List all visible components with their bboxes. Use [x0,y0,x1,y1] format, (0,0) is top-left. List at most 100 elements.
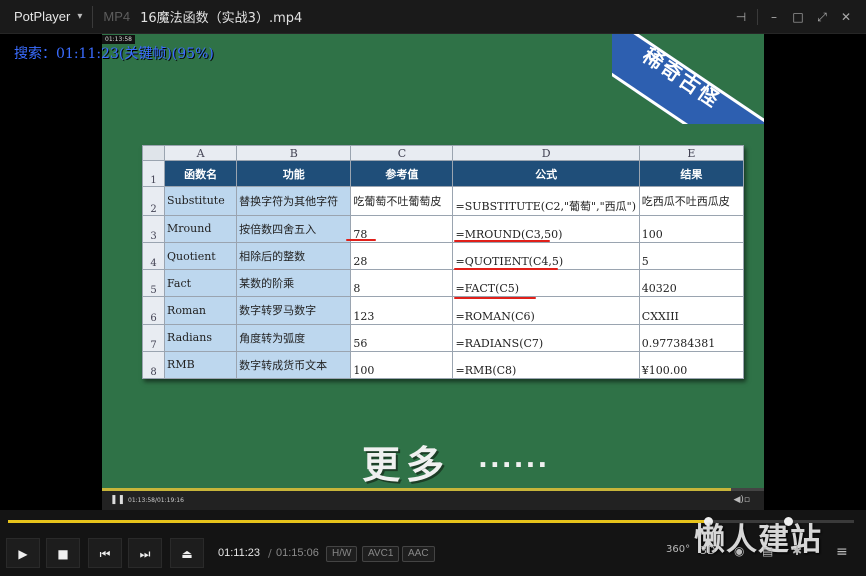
capture-icon[interactable]: ◉ [734,544,744,558]
window-controls: ⊣ – □ ⤢ ✕ [729,0,858,34]
spreadsheet-table: ABCDE 1 函数名 功能 参考值 公式 结果 2 Substitute 替换字符为其他字… [141,145,745,380]
column-letters-row: ABCDE [141,145,745,161]
header-cell: 结果 [638,160,745,187]
settings-icon[interactable]: ✱ [792,544,802,558]
header-cell: 函数名 [164,160,238,187]
video-codec-badge[interactable]: AVC1 [362,546,400,562]
previous-button[interactable]: ⏮ [88,538,122,568]
control-bar: 懒人建站 ▶ ■ ⏮ ⏭ ⏏ 01:11:23 / 01:15:06 H/W A… [0,510,866,576]
360-icon[interactable]: 360° [666,544,690,555]
row-number: 6 [141,296,166,325]
cell-formula: =RMB(C8) [452,350,640,380]
row-number: 4 [141,241,166,271]
total-time: 01:15:06 [276,547,319,559]
corner-cell [141,145,166,161]
current-time: 01:11:23 [218,547,261,559]
stop-button[interactable]: ■ [46,538,80,568]
cell-result: 吃西瓜不吐西瓜皮 [638,186,745,216]
minimize-button[interactable]: – [762,10,786,24]
table-row: 4 Quotient 相除后的整数 28 =QUOTIENT(C4,5) 5 [141,241,745,271]
playlist-icon[interactable]: ▤ [762,544,773,558]
table-row: 6 Roman 数字转罗马数字 123 =ROMAN(C6) CXXIII [141,296,745,325]
cell-func: 数字转成货币文本 [236,350,352,380]
hw-badge[interactable]: H/W [326,546,358,562]
column-letter: D [452,145,640,161]
annotation-underline [454,240,550,242]
row-number: 2 [141,186,166,216]
embedded-player-bar: ❚❚ 01:13:58/01:19:16 ◀)▫ [102,488,764,510]
cell-func: 按倍数四舍五入 [236,214,352,243]
cell-name: Roman [164,296,238,325]
column-letter: E [638,145,745,161]
row-number: 3 [141,214,166,243]
format-label: MP4 [103,9,131,24]
embedded-pause-icon: ❚❚ [110,495,126,505]
fullscreen-button[interactable]: ⤢ [810,10,834,25]
cell-name: Substitute [164,186,238,216]
row-number: 7 [141,323,166,352]
play-icon: ▶ [18,547,28,561]
column-letter: B [236,145,352,161]
prev-icon: ⏮ [99,547,111,561]
table-row: 7 Radians 角度转为弧度 56 =RADIANS(C7) 0.977384381 [141,323,745,352]
more-dots: ...... [478,444,550,474]
cell-name: Fact [164,269,238,298]
eject-button[interactable]: ⏏ [170,538,204,568]
close-button[interactable]: ✕ [834,10,858,24]
maximize-button[interactable]: □ [786,10,810,24]
more-text: 更多 [362,443,451,487]
column-letter: C [350,145,454,161]
embedded-time: 01:13:58/01:19:16 [128,497,184,504]
video-area[interactable]: 稀奇古怪 更多 ...... ❚❚ 01:13:58/01:19:16 ◀)▫ … [0,34,866,510]
cell-formula: =MROUND(C3,50) [452,214,640,243]
header-cell: 参考值 [350,160,454,187]
row-number: 1 [141,160,166,187]
row-number: 8 [141,350,166,380]
app-menu-button[interactable]: PotPlayer ▾ [14,9,82,24]
cell-formula: =QUOTIENT(C4,5) [452,241,640,271]
spreadsheet-image: ABCDE 1 函数名 功能 参考值 公式 结果 2 Substitute 替换字符为其他字… [141,145,745,380]
pin-icon[interactable]: ⊣ [729,10,753,24]
cell-ref: 123 [350,296,454,325]
cell-name: Radians [164,323,238,352]
embedded-volume-icon: ◀)▫ [733,495,750,505]
cell-func: 某数的阶乘 [236,269,352,298]
header-cell: 公式 [452,160,640,187]
table-row: 2 Substitute 替换字符为其他字符 吃葡萄不吐葡萄皮 =SUBSTITUTE(… [141,186,745,216]
cell-formula: =RADIANS(C7) [452,323,640,352]
table-row: 5 Fact 某数的阶乘 8 =FACT(C5) 40320 [141,269,745,298]
cell-ref: 100 [350,350,454,380]
cell-name: Mround [164,214,238,243]
cell-formula: =FACT(C5) [452,269,640,298]
next-icon: ⏭ [139,547,151,561]
cell-ref: 56 [350,323,454,352]
app-name: PotPlayer [14,9,71,24]
cell-result: 0.977384381 [638,323,745,352]
next-button[interactable]: ⏭ [128,538,162,568]
cell-func: 替换字符为其他字符 [236,186,352,216]
menu-icon[interactable]: ≡ [836,544,848,560]
chevron-down-icon: ▾ [77,11,83,22]
header-row: 1 函数名 功能 参考值 公式 结果 [141,160,745,187]
osd-seek-message: 搜索：01:11:23(关键帧)(95%) [14,46,214,62]
cell-ref: 28 [350,241,454,271]
annotation-underline [454,268,558,270]
corner-banner: 稀奇古怪 [612,34,764,124]
cell-ref: 8 [350,269,454,298]
table-row: 3 Mround 按倍数四舍五入 78 =MROUND(C3,50) 100 [141,214,745,243]
header-cell: 功能 [236,160,352,187]
play-button[interactable]: ▶ [6,538,40,568]
audio-codec-badge[interactable]: AAC [402,546,435,562]
cell-formula: =SUBSTITUTE(C2,"葡萄","西瓜") [452,186,640,216]
window-divider [757,9,758,25]
stop-icon: ■ [57,547,69,561]
cell-func: 角度转为弧度 [236,323,352,352]
file-title: 16魔法函数（实战3）.mp4 [140,11,303,26]
annotation-underline [454,297,536,299]
3d-icon[interactable]: 3D [700,544,715,557]
cell-name: Quotient [164,241,238,271]
cell-result: 100 [638,214,745,243]
cell-func: 数字转罗马数字 [236,296,352,325]
row-number: 5 [141,269,166,298]
cell-func: 相除后的整数 [236,241,352,271]
